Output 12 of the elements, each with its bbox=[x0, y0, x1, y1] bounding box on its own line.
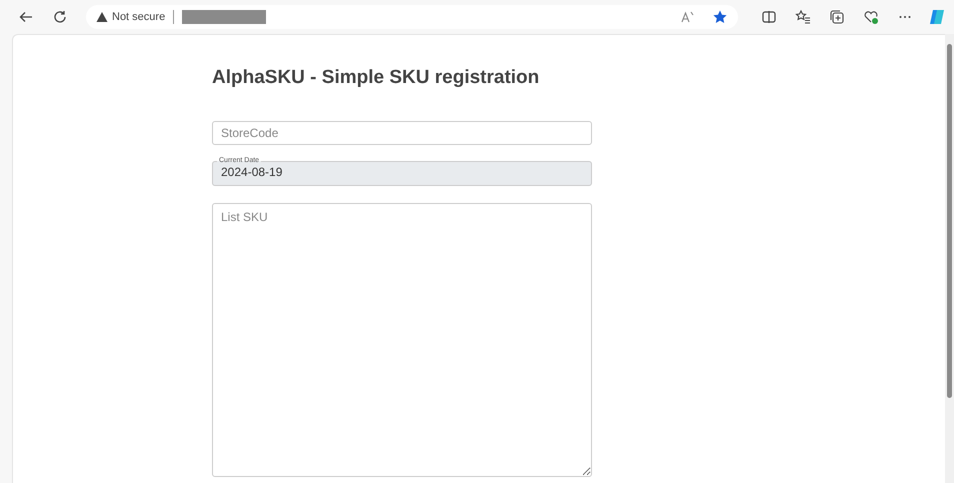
page-title: AlphaSKU - Simple SKU registration bbox=[212, 67, 540, 89]
refresh-icon[interactable] bbox=[52, 9, 68, 25]
scrollbar[interactable] bbox=[945, 34, 954, 483]
sku-list-field[interactable]: List SKU bbox=[212, 203, 592, 477]
star-icon[interactable] bbox=[712, 9, 728, 25]
warning-icon bbox=[96, 11, 108, 23]
security-label: Not secure bbox=[112, 11, 166, 23]
store-code-field[interactable]: StoreCode bbox=[212, 121, 592, 145]
collections-icon[interactable] bbox=[829, 9, 845, 25]
split-screen-icon[interactable] bbox=[761, 9, 777, 25]
favorites-icon[interactable] bbox=[795, 9, 811, 25]
address-bar[interactable]: Not secure bbox=[86, 5, 738, 29]
